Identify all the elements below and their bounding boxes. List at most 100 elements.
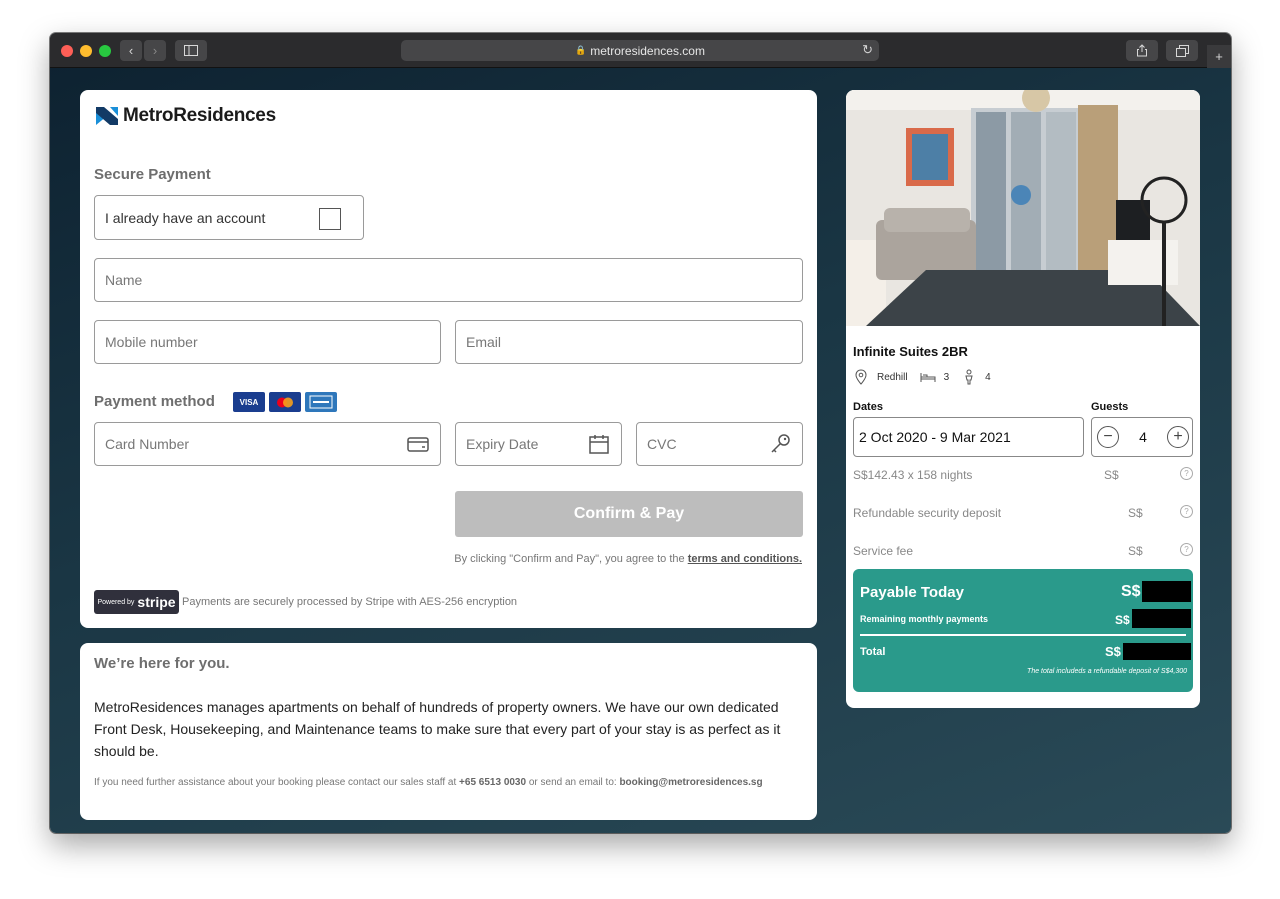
- credit-card-icon: [407, 437, 429, 452]
- guests-label: Guests: [1091, 401, 1129, 413]
- mobile-number-input[interactable]: Mobile number: [94, 320, 441, 364]
- sidebar-toggle-button[interactable]: [175, 40, 207, 61]
- account-checkbox-row[interactable]: I already have an account: [94, 195, 364, 240]
- chevron-right-icon: ›: [152, 43, 158, 58]
- location-pin-icon: [855, 369, 867, 385]
- service-fee-currency: S$: [1128, 544, 1143, 558]
- reload-icon[interactable]: ↻: [862, 42, 873, 58]
- address-bar[interactable]: 🔒 metroresidences.com ↻: [401, 40, 879, 61]
- tabs-overview-button[interactable]: [1166, 40, 1198, 61]
- visa-icon: VISA: [233, 392, 265, 412]
- payment-card: MetroResidences Secure Payment I already…: [80, 90, 817, 628]
- guests-stepper: − 4 +: [1091, 417, 1193, 457]
- property-beds: 3: [943, 371, 950, 383]
- url-text: metroresidences.com: [590, 43, 705, 58]
- powered-by-stripe-badge[interactable]: Powered by stripe: [94, 590, 179, 614]
- dates-value: 2 Oct 2020 - 9 Mar 2021: [859, 429, 1011, 445]
- dates-label: Dates: [853, 401, 883, 413]
- help-card: We’re here for you. MetroResidences mana…: [80, 643, 817, 820]
- brand-logo[interactable]: MetroResidences: [96, 105, 276, 127]
- expiry-date-input[interactable]: Expiry Date: [455, 422, 622, 466]
- nightly-rate-line: S$142.43 x 158 nights: [853, 468, 973, 482]
- minus-icon: −: [1103, 428, 1113, 445]
- info-icon[interactable]: ?: [1180, 505, 1193, 518]
- payment-method-title: Payment method: [94, 393, 215, 410]
- nightly-rate-currency: S$: [1104, 468, 1119, 482]
- new-tab-button[interactable]: +: [1207, 45, 1231, 68]
- card-number-placeholder: Card Number: [105, 436, 190, 452]
- cvc-input[interactable]: CVC: [636, 422, 803, 466]
- deposit-line: Refundable security deposit: [853, 506, 1002, 520]
- minimize-window-button[interactable]: [80, 45, 92, 57]
- help-contact-line: If you need further assistance about you…: [94, 777, 763, 788]
- guests-count: 4: [1139, 429, 1147, 445]
- expiry-placeholder: Expiry Date: [466, 436, 539, 452]
- zoom-window-button[interactable]: [99, 45, 111, 57]
- plus-icon: +: [1173, 428, 1183, 445]
- sales-phone[interactable]: +65 6513 0030: [459, 777, 526, 788]
- remaining-currency: S$: [1115, 613, 1130, 627]
- property-name: Infinite Suites 2BR: [853, 344, 968, 359]
- redacted-amount: [1142, 581, 1191, 602]
- card-number-input[interactable]: Card Number: [94, 422, 441, 466]
- service-fee-line: Service fee: [853, 544, 914, 558]
- mastercard-icon: [269, 392, 301, 412]
- increase-guests-button[interactable]: +: [1167, 426, 1189, 448]
- plus-icon: +: [1215, 49, 1223, 64]
- stripe-security-note: Payments are securely processed by Strip…: [182, 596, 518, 608]
- property-meta: Redhill 3 4: [853, 369, 1003, 385]
- contact-prefix: If you need further assistance about you…: [94, 777, 457, 788]
- stripe-powered-by: Powered by: [97, 598, 135, 606]
- bed-icon: [920, 373, 936, 382]
- terms-link[interactable]: terms and conditions.: [688, 553, 802, 565]
- account-checkbox[interactable]: [319, 208, 341, 230]
- contact-mid: or send an email to:: [528, 777, 617, 788]
- metroresidences-logo-icon: [96, 107, 118, 125]
- browser-window: ‹ › 🔒 metroresidences.com ↻ + MetroResid…: [50, 33, 1231, 833]
- help-title: We’re here for you.: [94, 655, 230, 672]
- amex-icon: [305, 392, 337, 412]
- close-window-button[interactable]: [61, 45, 73, 57]
- brand-name: MetroResidences: [123, 105, 276, 126]
- share-icon: [1137, 44, 1147, 57]
- redacted-amount: [1123, 643, 1191, 660]
- decrease-guests-button[interactable]: −: [1097, 426, 1119, 448]
- forward-button[interactable]: ›: [144, 40, 166, 61]
- person-icon: [965, 369, 973, 385]
- mobile-placeholder: Mobile number: [105, 334, 198, 350]
- summary-divider: [860, 634, 1186, 636]
- confirm-pay-button[interactable]: Confirm & Pay: [455, 491, 803, 537]
- account-checkbox-label: I already have an account: [105, 209, 266, 226]
- property-card: Infinite Suites 2BR Redhill 3 4 Dates Gu…: [846, 90, 1200, 708]
- redacted-amount: [1132, 609, 1191, 628]
- remaining-payments-label: Remaining monthly payments: [860, 614, 989, 624]
- tabs-icon: [1175, 44, 1189, 57]
- payable-today-label: Payable Today: [860, 584, 964, 601]
- payable-today-currency: S$: [1121, 583, 1141, 600]
- stripe-logo-text: stripe: [137, 594, 176, 610]
- property-location: Redhill: [877, 371, 908, 383]
- booking-email[interactable]: booking@metroresidences.sg: [619, 777, 762, 788]
- back-button[interactable]: ‹: [120, 40, 142, 61]
- name-placeholder: Name: [105, 272, 143, 288]
- property-max-guests: 4: [985, 371, 991, 383]
- sidebar-icon: [184, 45, 198, 56]
- property-photo: [846, 90, 1200, 326]
- deposit-note: The total includeds a refundable deposit…: [1027, 668, 1187, 675]
- name-input[interactable]: Name: [94, 258, 803, 302]
- help-body: MetroResidences manages apartments on be…: [94, 699, 781, 759]
- payable-summary: Payable Today S$ Remaining monthly payme…: [853, 569, 1193, 692]
- calendar-icon: [589, 435, 609, 454]
- deposit-currency: S$: [1128, 506, 1143, 520]
- chevron-left-icon: ‹: [128, 43, 134, 58]
- page-content: MetroResidences Secure Payment I already…: [50, 68, 1231, 833]
- dates-picker[interactable]: 2 Oct 2020 - 9 Mar 2021: [853, 417, 1084, 457]
- email-input[interactable]: Email: [455, 320, 803, 364]
- email-placeholder: Email: [466, 334, 502, 350]
- info-icon[interactable]: ?: [1180, 467, 1193, 480]
- key-icon: [771, 434, 790, 453]
- terms-prefix: By clicking "Confirm and Pay", you agree…: [454, 553, 685, 565]
- info-icon[interactable]: ?: [1180, 543, 1193, 556]
- share-button[interactable]: [1126, 40, 1158, 61]
- total-currency: S$: [1105, 644, 1121, 659]
